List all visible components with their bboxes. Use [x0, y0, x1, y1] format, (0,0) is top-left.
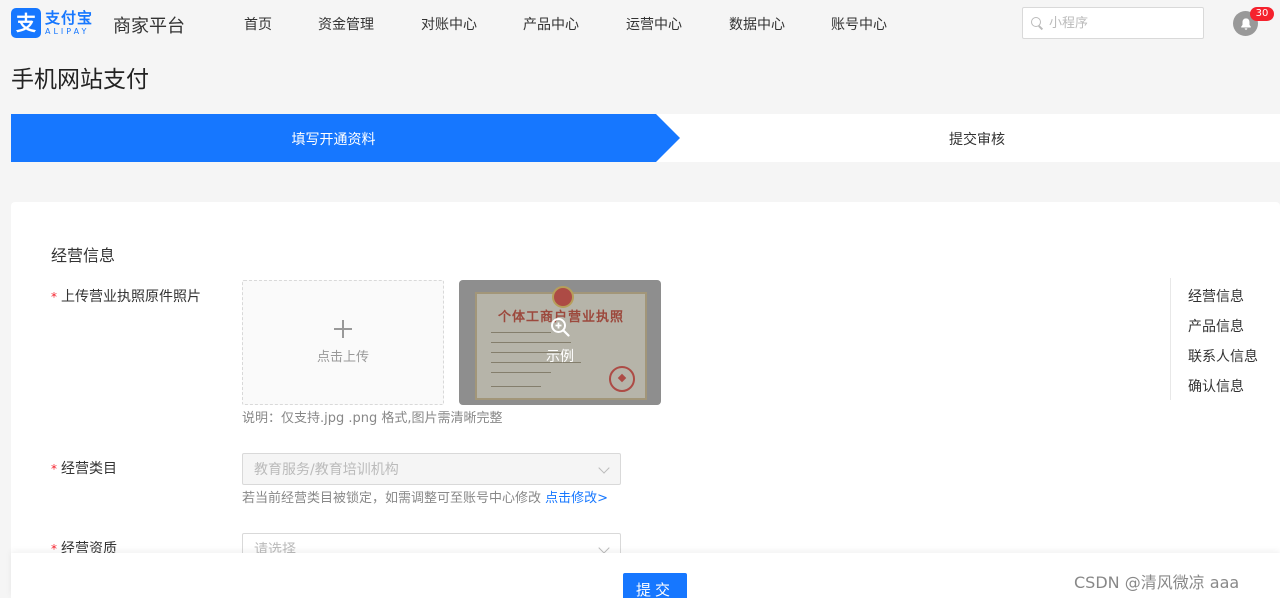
required-mark: *: [51, 462, 57, 476]
progress-steps: 填写开通资料 提交审核: [11, 114, 1280, 162]
anchor-business-info[interactable]: 经营信息: [1188, 286, 1244, 306]
alipay-logo-icon: 支: [11, 8, 41, 38]
bell-icon: [1240, 17, 1251, 30]
top-header: 支 支付宝 ALIPAY 商家平台 首页 资金管理 对账中心 产品中心 运营中心…: [0, 0, 1280, 46]
logo-english-name: ALIPAY: [45, 26, 90, 36]
anchor-contact-info[interactable]: 联系人信息: [1188, 346, 1258, 366]
search-box[interactable]: [1022, 7, 1204, 39]
logo-chinese-name: 支付宝: [45, 8, 94, 27]
category-label: * 经营类目: [51, 458, 117, 480]
category-select[interactable]: 教育服务/教育培训机构: [242, 453, 621, 485]
category-hint: 若当前经营类目被锁定，如需调整可至账号中心修改 点击修改>: [242, 487, 608, 506]
category-select-value: 教育服务/教育培训机构: [254, 462, 399, 478]
submit-button[interactable]: 提交: [623, 573, 687, 598]
section-title: 经营信息: [51, 246, 116, 265]
example-overlay: [459, 280, 661, 405]
license-upload-label: * 上传营业执照原件照片: [51, 286, 201, 308]
edit-category-link[interactable]: 点击修改>: [545, 491, 608, 506]
plus-icon: [334, 320, 352, 338]
license-example-preview[interactable]: 个体工商户营业执照 示例: [459, 280, 661, 405]
alipay-logo[interactable]: 支 支付宝 ALIPAY: [11, 8, 93, 38]
license-upload-button[interactable]: 点击上传: [242, 280, 444, 405]
notification-badge: 30: [1250, 7, 1274, 21]
upload-text: 点击上传: [316, 350, 369, 365]
search-icon: [1031, 17, 1043, 29]
nav-item-account[interactable]: 账号中心: [831, 14, 887, 34]
chevron-down-icon: [598, 462, 610, 474]
nav-item-data[interactable]: 数据中心: [729, 14, 785, 34]
search-input[interactable]: [1049, 15, 1189, 31]
platform-name: 商家平台: [113, 16, 185, 37]
nav-item-products[interactable]: 产品中心: [523, 14, 579, 34]
logo-text: 支付宝 ALIPAY: [45, 8, 94, 36]
nav-item-operations[interactable]: 运营中心: [626, 14, 682, 34]
nav-item-home[interactable]: 首页: [244, 14, 272, 34]
category-hint-text: 若当前经营类目被锁定，如需调整可至账号中心修改: [242, 491, 542, 506]
required-mark: *: [51, 290, 57, 304]
step-current-label: 填写开通资料: [291, 132, 376, 148]
form-card: 经营信息 * 上传营业执照原件照片 点击上传 个体工商户营业执照 示例 说明：仅支…: [11, 202, 1280, 598]
watermark: CSDN @清风微凉 aaa: [1074, 573, 1240, 592]
anchor-nav: 经营信息 产品信息 联系人信息 确认信息: [1170, 278, 1280, 400]
anchor-confirm-info[interactable]: 确认信息: [1188, 376, 1244, 396]
step-next-label: 提交审核: [949, 132, 1005, 148]
example-label: 示例: [546, 349, 574, 365]
license-upload-label-text: 上传营业执照原件照片: [61, 289, 201, 305]
zoom-in-icon: [551, 318, 570, 337]
nav-item-funds[interactable]: 资金管理: [318, 14, 374, 34]
category-label-text: 经营类目: [61, 461, 117, 477]
nav-item-reconciliation[interactable]: 对账中心: [421, 14, 477, 34]
page-title: 手机网站支付: [11, 67, 149, 93]
upload-hint: 说明：仅支持.jpg .png 格式,图片需清晰完整: [242, 411, 503, 426]
anchor-product-info[interactable]: 产品信息: [1188, 316, 1244, 336]
chevron-down-icon: [598, 542, 610, 554]
